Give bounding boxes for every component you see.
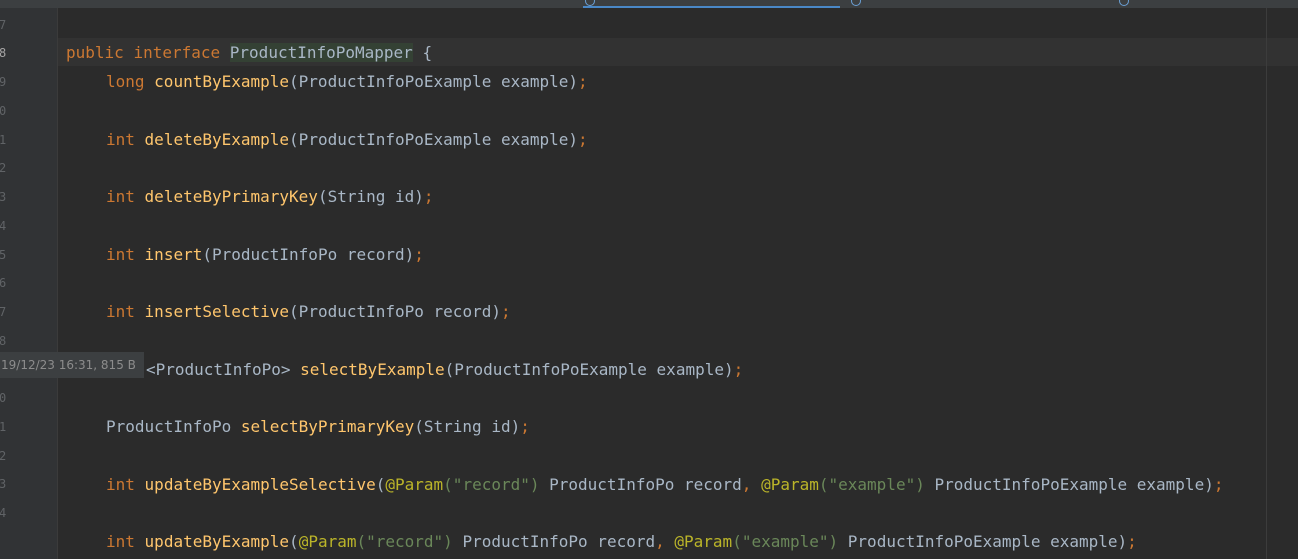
method-name: deleteByExample bbox=[144, 130, 290, 149]
annotation-arg: ("example") bbox=[818, 475, 925, 494]
method-name: countByExample bbox=[154, 72, 290, 91]
param: ProductInfoPoExample example bbox=[924, 475, 1205, 494]
comma: , bbox=[655, 532, 665, 551]
class-file-icon bbox=[1119, 0, 1129, 6]
method-name: selectByPrimaryKey bbox=[240, 417, 415, 436]
semicolon: ; bbox=[1213, 475, 1224, 494]
line-number: 9 bbox=[0, 75, 7, 89]
params: (String id) bbox=[414, 417, 521, 436]
line-number: 0 bbox=[0, 104, 7, 118]
annotation: @Param bbox=[298, 532, 357, 551]
line-number: 4 bbox=[0, 506, 7, 520]
code-line-delete-by-example[interactable]: int deleteByExample(ProductInfoPoExample… bbox=[106, 130, 588, 150]
code-line-interface[interactable]: public interface ProductInfoPoMapper { bbox=[66, 43, 432, 63]
semicolon: ; bbox=[578, 72, 588, 91]
close-paren: ) bbox=[1117, 532, 1128, 551]
params: (ProductInfoPoExample example) bbox=[289, 72, 579, 91]
code-line-update-by-example[interactable]: int updateByExample(@Param("record") Pro… bbox=[106, 532, 1137, 552]
params: (ProductInfoPoExample example) bbox=[444, 360, 734, 379]
keyword: interface bbox=[133, 43, 221, 62]
active-tab-indicator bbox=[583, 6, 840, 8]
return-type: int bbox=[106, 532, 135, 551]
open-paren: ( bbox=[289, 532, 299, 551]
annotation: @Param bbox=[385, 475, 444, 494]
semicolon: ; bbox=[500, 302, 511, 321]
close-paren: ) bbox=[1204, 475, 1214, 494]
param: ProductInfoPo record bbox=[452, 532, 656, 551]
line-number: 4 bbox=[0, 219, 7, 233]
method-name: updateByExampleSelective bbox=[144, 475, 376, 494]
editor-tab-bar[interactable] bbox=[0, 0, 1298, 8]
param: ProductInfoPo record bbox=[539, 475, 742, 494]
line-number-current: 8 bbox=[0, 46, 7, 60]
line-number: 7 bbox=[0, 305, 7, 319]
code-line-insert-selective[interactable]: int insertSelective(ProductInfoPo record… bbox=[106, 302, 511, 322]
comma: , bbox=[741, 475, 752, 494]
line-number: 2 bbox=[0, 449, 7, 463]
line-number: 8 bbox=[0, 334, 7, 348]
return-type: int bbox=[106, 245, 135, 264]
method-name: insertSelective bbox=[144, 302, 290, 321]
params: (ProductInfoPo record) bbox=[289, 302, 501, 321]
param: ProductInfoPoExample example bbox=[838, 532, 1118, 551]
code-line-count-by-example[interactable]: long countByExample(ProductInfoPoExample… bbox=[106, 72, 588, 92]
semicolon: ; bbox=[520, 417, 530, 436]
method-name: updateByExample bbox=[144, 532, 290, 551]
semicolon: ; bbox=[1127, 532, 1137, 551]
code-line-select-by-primary-key[interactable]: ProductInfoPo selectByPrimaryKey(String … bbox=[106, 417, 530, 437]
code-line-insert[interactable]: int insert(ProductInfoPo record); bbox=[106, 245, 424, 265]
line-number: 3 bbox=[0, 190, 7, 204]
params: (String id) bbox=[317, 187, 424, 206]
return-type: ProductInfoPo bbox=[106, 417, 241, 436]
right-margin-guide bbox=[1266, 8, 1267, 559]
class-file-icon bbox=[851, 0, 861, 6]
brace: { bbox=[422, 43, 433, 62]
semicolon: ; bbox=[733, 360, 744, 379]
params: (ProductInfoPoExample example) bbox=[289, 130, 579, 149]
method-name: selectByExample bbox=[300, 360, 445, 379]
return-type: long bbox=[106, 72, 145, 91]
line-number: 0 bbox=[0, 391, 7, 405]
annotation: @Param bbox=[674, 532, 733, 551]
semicolon: ; bbox=[578, 130, 588, 149]
annotation-arg: ("record") bbox=[443, 475, 540, 494]
interface-name: ProductInfoPoMapper bbox=[229, 43, 413, 62]
code-line-update-by-example-selective[interactable]: int updateByExampleSelective(@Param("rec… bbox=[106, 475, 1223, 495]
return-type: <ProductInfoPo> bbox=[146, 360, 301, 379]
line-number: 1 bbox=[0, 420, 7, 434]
gutter-separator bbox=[57, 8, 58, 559]
semicolon: ; bbox=[414, 245, 424, 264]
line-number: 1 bbox=[0, 133, 7, 147]
method-name: insert bbox=[144, 245, 203, 264]
annotation-arg: ("example") bbox=[732, 532, 839, 551]
line-number: 6 bbox=[0, 276, 7, 290]
return-type: int bbox=[106, 130, 135, 149]
annotation-arg: ("record") bbox=[356, 532, 453, 551]
line-number: 7 bbox=[0, 18, 7, 32]
return-type: int bbox=[106, 187, 135, 206]
open-paren: ( bbox=[375, 475, 386, 494]
line-number: 3 bbox=[0, 477, 7, 491]
line-number: 5 bbox=[0, 248, 7, 262]
return-type: int bbox=[106, 475, 135, 494]
annotation: @Param bbox=[761, 475, 819, 494]
method-name: deleteByPrimaryKey bbox=[144, 187, 318, 206]
vcs-annotation-tooltip: 19/12/23 16:31, 815 B bbox=[0, 352, 144, 378]
semicolon: ; bbox=[423, 187, 434, 206]
params: (ProductInfoPo record) bbox=[202, 245, 415, 264]
line-number: 2 bbox=[0, 161, 7, 175]
return-type: int bbox=[106, 302, 135, 321]
code-line-select-by-example[interactable]: <ProductInfoPo> selectByExample(ProductI… bbox=[146, 360, 743, 380]
keyword: public bbox=[66, 43, 124, 62]
code-line-delete-by-primary-key[interactable]: int deleteByPrimaryKey(String id); bbox=[106, 187, 434, 207]
